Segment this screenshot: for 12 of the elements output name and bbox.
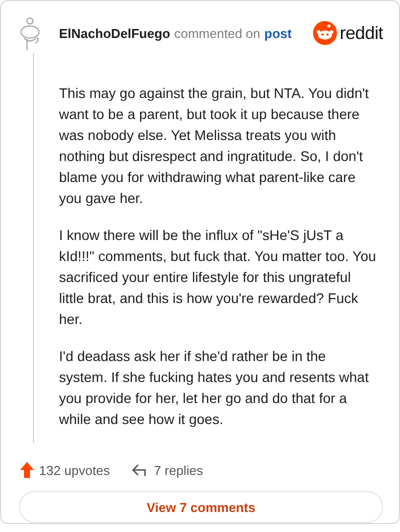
author-name[interactable]: ElNachoDelFuego <box>59 26 170 40</box>
brand-name: reddit <box>340 22 383 44</box>
comment-paragraph: This may go against the grain, but NTA. You didn't want to be a parent, but took it up because there was nobody else. Yet Melissa treats you with nothing but disrespect and ingratitude. So, I don't blame you for withdrawing what parent-like care you gave her. <box>59 84 370 208</box>
action-text: commented on <box>174 26 260 40</box>
comment-paragraph: I'd deadass ask her if she'd rather be in the system. If she fucking hates you and resents what you provide for her, let her go and do that for a while and see how it goes. <box>59 347 370 429</box>
alien-logo-icon <box>312 21 337 45</box>
upvote-count: 132 upvotes <box>39 462 110 478</box>
reply-count: 7 replies <box>154 462 203 478</box>
post-link[interactable]: post <box>264 26 292 40</box>
upvote-arrow-icon[interactable] <box>19 461 35 479</box>
view-comments-button[interactable]: View 7 comments <box>19 491 383 523</box>
comment-paragraph: I know there will be the influx of "sHe'S jUsT a kId!!!" comments, but fuck that. You matter too. You sacrificed your entire lifestyle for this ungrateful little brat, and this is how you're rewarded? Fuck her. <box>59 226 377 329</box>
